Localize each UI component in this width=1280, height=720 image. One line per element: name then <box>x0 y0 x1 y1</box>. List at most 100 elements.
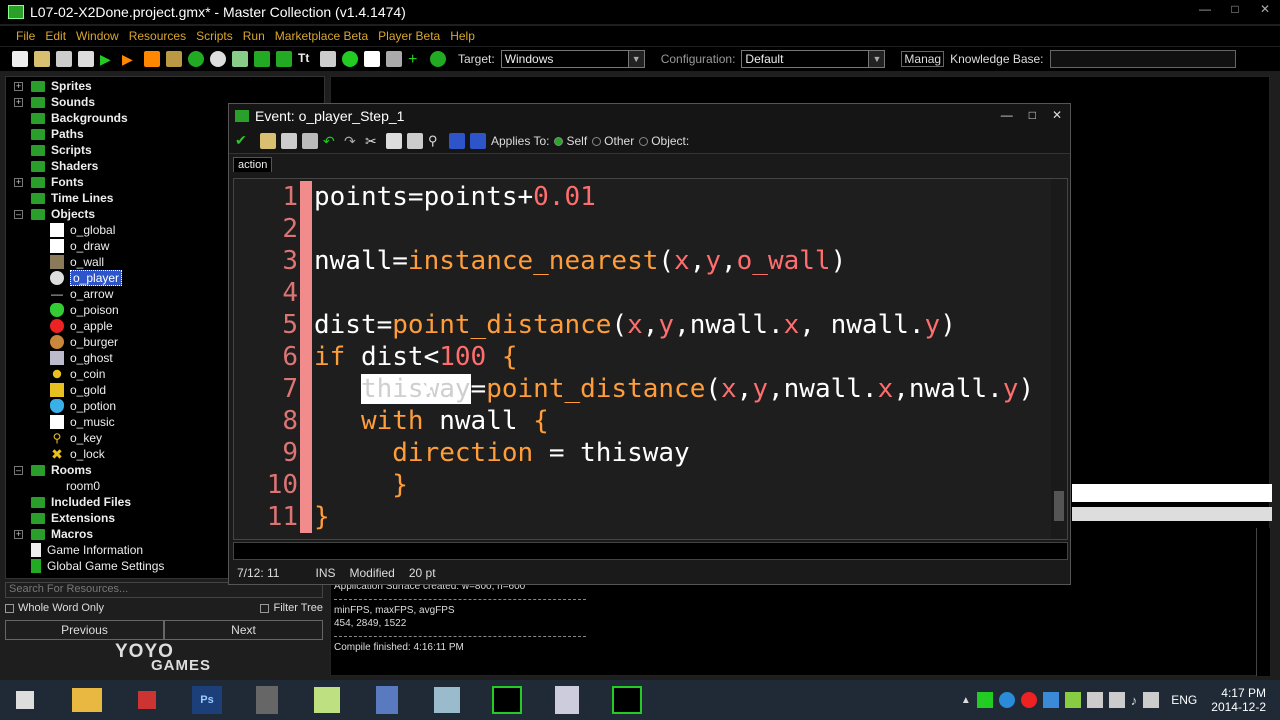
copy-icon[interactable] <box>386 132 402 149</box>
menu-window[interactable]: Window <box>76 29 119 43</box>
config-select[interactable]: Default ▼ <box>741 50 886 68</box>
save-icon[interactable] <box>281 132 297 149</box>
menu-scripts[interactable]: Scripts <box>196 29 233 43</box>
tree-rooms[interactable]: – Rooms <box>14 462 92 478</box>
radio-object[interactable]: Object: <box>639 134 689 148</box>
checkbox-icon[interactable] <box>5 603 14 613</box>
tree-object-item[interactable]: o_music <box>50 414 115 430</box>
debug-icon[interactable]: ▶ <box>122 51 138 67</box>
stop-icon[interactable] <box>144 51 160 67</box>
next-button[interactable]: Next <box>164 620 323 640</box>
help-icon[interactable] <box>430 51 446 67</box>
calculator-icon[interactable] <box>364 682 410 718</box>
tray-gm-icon[interactable] <box>976 692 993 708</box>
tray-cloud-icon[interactable] <box>1042 692 1059 708</box>
new-file-icon[interactable] <box>12 51 28 67</box>
tree-object-item[interactable]: o_coin <box>50 366 105 382</box>
tree-fonts[interactable]: + Fonts <box>14 174 84 190</box>
knowledge-base-input[interactable] <box>1049 50 1236 68</box>
apps-grid-icon[interactable] <box>124 682 170 718</box>
volume-icon[interactable]: ♪ <box>1131 693 1138 708</box>
maximize-icon[interactable]: □ <box>1029 108 1036 122</box>
expand-icon[interactable]: + <box>14 177 23 187</box>
target-select[interactable]: Windows ▼ <box>500 50 645 68</box>
tree-object-item[interactable]: o_global <box>50 222 115 238</box>
gamemaker-icon[interactable] <box>484 682 530 718</box>
tree-object-item[interactable]: o_apple <box>50 318 113 334</box>
tray-opera-icon[interactable] <box>1020 692 1037 708</box>
tree-sounds[interactable]: + Sounds <box>14 94 95 110</box>
tree-objects[interactable]: – Objects <box>14 206 95 222</box>
tree-room-item[interactable]: room0 <box>50 478 100 494</box>
export-icon[interactable] <box>78 51 94 67</box>
tree-object-item[interactable]: o_player <box>50 270 123 286</box>
sound-icon[interactable] <box>210 51 226 67</box>
menu-edit[interactable]: Edit <box>45 29 66 43</box>
tree-object-item[interactable]: — o_arrow <box>50 286 113 302</box>
redo-icon[interactable]: ↷ <box>344 133 360 149</box>
expand-icon[interactable]: + <box>14 81 23 91</box>
paste-icon[interactable] <box>407 132 423 149</box>
settings-list-icon[interactable] <box>386 51 402 67</box>
sprite-icon[interactable] <box>188 51 204 67</box>
expand-icon[interactable]: + <box>14 529 23 539</box>
cut-icon[interactable]: ✂ <box>365 133 381 149</box>
save-icon[interactable] <box>56 51 72 67</box>
collapse-icon[interactable]: – <box>14 465 23 475</box>
font-icon[interactable]: Tt <box>298 51 314 67</box>
explorer-icon[interactable] <box>64 682 110 718</box>
minimize-icon[interactable]: — <box>1198 2 1212 16</box>
minimize-icon[interactable]: — <box>1001 108 1013 122</box>
app-icon[interactable] <box>424 682 470 718</box>
object-icon[interactable] <box>342 51 358 67</box>
tree-object-item[interactable]: o_draw <box>50 238 109 254</box>
filter-tree-checkbox[interactable]: Filter Tree <box>260 602 323 618</box>
checkbox-icon[interactable] <box>260 603 270 613</box>
open-icon[interactable] <box>260 132 276 149</box>
language-indicator[interactable]: ENG <box>1171 693 1197 707</box>
tray-device-icon[interactable] <box>1086 692 1103 708</box>
tree-global-settings[interactable]: Global Game Settings <box>31 558 164 574</box>
clean-icon[interactable] <box>166 51 182 67</box>
tree-timelines[interactable]: Time Lines <box>31 190 113 206</box>
manage-button[interactable]: Manag <box>901 51 945 67</box>
tree-object-item[interactable]: o_potion <box>50 398 116 414</box>
previous-button[interactable]: Previous <box>5 620 164 640</box>
tree-object-item[interactable]: o_wall <box>50 254 104 270</box>
room-icon[interactable] <box>364 51 380 67</box>
radio-icon[interactable] <box>592 137 602 147</box>
document-icon[interactable] <box>544 682 590 718</box>
signal-icon[interactable] <box>1108 692 1125 708</box>
menu-player[interactable]: Player Beta <box>378 29 440 43</box>
scrollbar-thumb[interactable] <box>1054 491 1064 521</box>
menu-resources[interactable]: Resources <box>129 29 186 43</box>
expand-icon[interactable]: + <box>14 97 23 107</box>
timeline-icon[interactable] <box>320 51 336 67</box>
output-scrollbar[interactable] <box>1256 528 1270 676</box>
maximize-icon[interactable]: □ <box>1228 2 1242 16</box>
tree-object-item[interactable]: ⚲ o_key <box>50 430 102 446</box>
radio-icon[interactable] <box>554 137 564 147</box>
collapse-icon[interactable]: – <box>14 209 23 219</box>
close-icon[interactable]: ✕ <box>1052 108 1062 122</box>
network-icon[interactable] <box>1143 692 1160 708</box>
search-icon[interactable]: ⚲ <box>428 133 444 149</box>
open-folder-icon[interactable] <box>34 51 50 67</box>
tree-object-item[interactable]: o_ghost <box>50 350 113 366</box>
radio-other[interactable]: Other <box>592 134 634 148</box>
whole-word-checkbox[interactable]: Whole Word Only <box>5 602 104 618</box>
path-icon[interactable] <box>254 51 270 67</box>
tray-app-icon[interactable] <box>1064 692 1081 708</box>
tree-macros[interactable]: + Macros <box>14 526 93 542</box>
windows-start-icon[interactable] <box>0 682 50 718</box>
tree-shaders[interactable]: Shaders <box>31 158 98 174</box>
tray-chevron-icon[interactable]: ▲ <box>961 695 971 706</box>
editor-hscrollbar[interactable] <box>233 542 1068 560</box>
tab-action[interactable]: action <box>233 157 273 172</box>
photoshop-icon[interactable]: Ps <box>184 682 230 718</box>
tree-scripts[interactable]: Scripts <box>31 142 92 158</box>
app-icon[interactable] <box>244 682 290 718</box>
undo-icon[interactable]: ↶ <box>323 133 339 149</box>
tree-game-info[interactable]: Game Information <box>31 542 143 558</box>
editor-scrollbar[interactable] <box>1051 179 1067 539</box>
